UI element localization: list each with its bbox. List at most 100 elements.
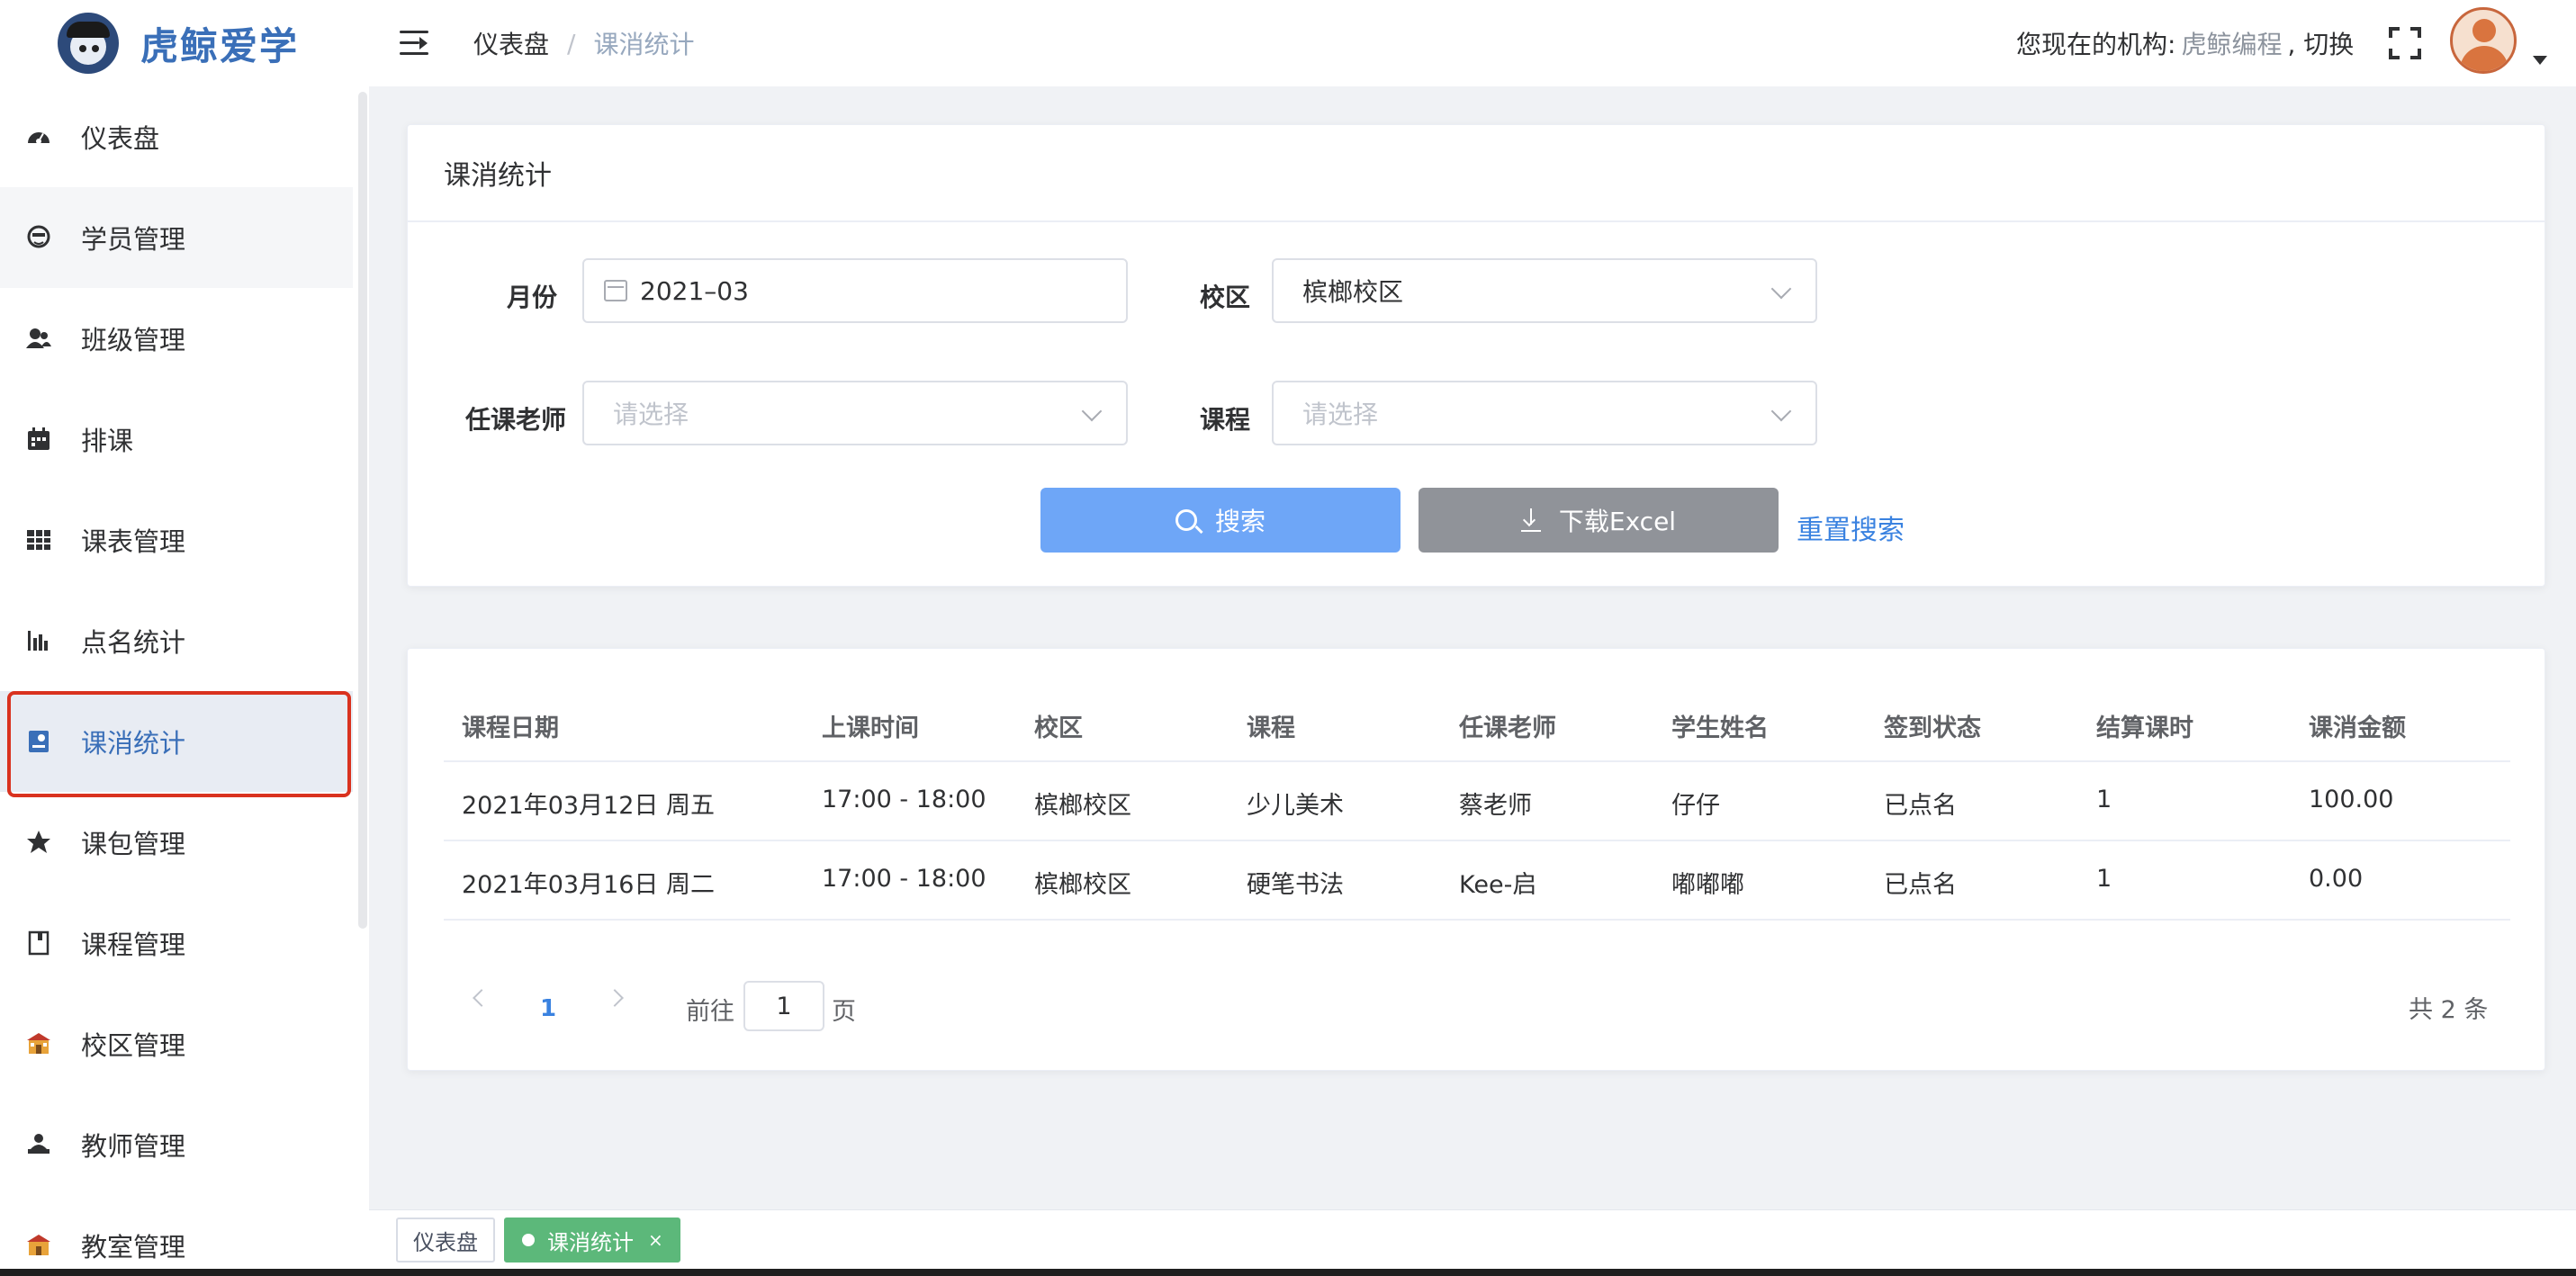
tags-view-bar: 仪表盘 课消统计 ×	[369, 1209, 2576, 1269]
active-item-highlight	[7, 691, 351, 797]
avatar[interactable]	[2450, 7, 2517, 74]
sidebar-item-courses[interactable]: 课程管理	[0, 893, 353, 993]
chevron-down-icon	[1770, 400, 1792, 422]
tag-label: 课消统计	[547, 1229, 634, 1255]
menu-toggle-icon[interactable]	[400, 31, 428, 56]
course-label: 课程	[1200, 405, 1251, 435]
course-select[interactable]: 请选择	[1272, 381, 1817, 445]
org-name: 虎鲸编程	[2181, 30, 2283, 59]
bar-chart-icon	[28, 631, 48, 651]
sidebar: 仪表盘 学员管理 班级管理 排课 课表管理 点名统计 课消统计 课包管理 课程管…	[0, 86, 369, 1276]
goto-page-input[interactable]: 1	[743, 981, 824, 1031]
book-icon	[28, 930, 50, 956]
cell-campus: 槟榔校区	[1034, 871, 1131, 899]
search-icon	[1175, 509, 1197, 531]
star-icon	[27, 831, 50, 853]
search-button-label: 搜索	[1214, 507, 1265, 536]
sidebar-item-label: 教室管理	[81, 1232, 186, 1263]
calendar-icon	[604, 280, 627, 301]
cell-campus: 槟榔校区	[1034, 792, 1131, 820]
org-prefix: 您现在的机构:	[2016, 30, 2176, 59]
column-header: 课程	[1247, 714, 1295, 742]
month-label: 月份	[507, 283, 558, 312]
cell-amount: 0.00	[2309, 865, 2364, 893]
column-header: 签到状态	[1884, 714, 1981, 742]
close-icon[interactable]: ×	[648, 1229, 663, 1251]
sidebar-item-packages[interactable]: 课包管理	[0, 792, 353, 893]
sidebar-item-classes[interactable]: 班级管理	[0, 288, 353, 389]
cell-status: 已点名	[1884, 792, 1957, 820]
column-header: 校区	[1034, 714, 1083, 742]
org-switcher: 您现在的机构: 虎鲸编程 , 切换	[2016, 25, 2354, 61]
sidebar-item-label: 班级管理	[81, 325, 186, 355]
sidebar-item-classrooms[interactable]: 教室管理	[0, 1195, 353, 1276]
tag-dashboard[interactable]: 仪表盘	[396, 1218, 495, 1263]
download-icon	[1520, 508, 1541, 532]
breadcrumb: 仪表盘 / 课消统计	[473, 25, 694, 61]
sidebar-item-timetable[interactable]: 课表管理	[0, 490, 353, 590]
brand-logo[interactable]: 虎鲸爱学	[58, 11, 299, 76]
org-switch-link[interactable]: , 切换	[2287, 25, 2354, 61]
top-header: 虎鲸爱学 仪表盘 / 课消统计 您现在的机构: 虎鲸编程 , 切换	[0, 0, 2576, 86]
sidebar-item-label: 教师管理	[81, 1131, 186, 1162]
download-excel-button[interactable]: 下载Excel	[1419, 488, 1779, 553]
sidebar-item-label: 课包管理	[81, 829, 186, 859]
caret-down-icon[interactable]	[2533, 56, 2547, 65]
cell-course: 少儿美术	[1247, 792, 1344, 820]
column-header: 结算课时	[2096, 714, 2193, 742]
row-divider	[444, 760, 2510, 762]
main-content: 课消统计 月份 2021–03 校区 槟榔校区 任课老师 请选择 课程 请选择 …	[369, 86, 2576, 1209]
goto-prefix: 前往	[686, 998, 734, 1026]
sidebar-item-campuses[interactable]: 校区管理	[0, 993, 353, 1094]
sidebar-item-label: 学员管理	[81, 224, 186, 255]
reset-search-link[interactable]: 重置搜索	[1797, 508, 1905, 547]
sidebar-item-attendance-stats[interactable]: 点名统计	[0, 590, 353, 691]
breadcrumb-dashboard[interactable]: 仪表盘	[473, 25, 549, 61]
cell-hours: 1	[2096, 786, 2112, 813]
sidebar-scrollbar[interactable]	[358, 92, 367, 929]
row-divider	[444, 840, 2510, 841]
month-picker[interactable]: 2021–03	[582, 258, 1128, 323]
cell-hours: 1	[2096, 865, 2112, 893]
active-dot-icon	[522, 1234, 535, 1246]
cell-student: 嘟嘟嘟	[1671, 871, 1744, 899]
cell-student: 仔仔	[1671, 792, 1720, 820]
column-header: 上课时间	[822, 714, 919, 742]
cell-status: 已点名	[1884, 871, 1957, 899]
cell-time: 17:00 - 18:00	[822, 865, 986, 893]
campus-label: 校区	[1200, 283, 1251, 312]
page-number[interactable]: 1	[540, 995, 556, 1022]
sidebar-item-label: 校区管理	[81, 1030, 186, 1061]
sidebar-item-teachers[interactable]: 教师管理	[0, 1094, 353, 1195]
chevron-down-icon	[1770, 278, 1792, 300]
sidebar-item-label: 排课	[81, 426, 134, 456]
sidebar-item-dashboard[interactable]: 仪表盘	[0, 86, 353, 187]
month-value: 2021–03	[640, 275, 749, 306]
teacher-icon	[28, 1134, 50, 1154]
class-icon	[26, 328, 51, 348]
fullscreen-icon[interactable]	[2389, 27, 2421, 59]
sidebar-item-students[interactable]: 学员管理	[0, 187, 353, 288]
column-header: 任课老师	[1459, 714, 1556, 742]
goto-suffix: 页	[832, 998, 856, 1026]
goto-page-value: 1	[776, 992, 792, 1020]
cell-time: 17:00 - 18:00	[822, 786, 986, 813]
tag-label: 仪表盘	[413, 1229, 478, 1255]
chevron-down-icon	[1081, 400, 1103, 422]
teacher-select[interactable]: 请选择	[582, 381, 1128, 445]
sidebar-item-label: 点名统计	[81, 627, 186, 658]
sidebar-item-label: 课表管理	[81, 526, 186, 557]
dashboard-icon	[28, 132, 50, 144]
column-header: 课程日期	[462, 714, 559, 742]
school-icon	[27, 1033, 50, 1054]
campus-select[interactable]: 槟榔校区	[1272, 258, 1817, 323]
cell-course: 硬笔书法	[1247, 871, 1344, 899]
tag-consumption-stats[interactable]: 课消统计 ×	[504, 1218, 680, 1263]
search-button[interactable]: 搜索	[1040, 488, 1401, 553]
brand-name: 虎鲸爱学	[140, 23, 300, 68]
sidebar-item-schedule[interactable]: 排课	[0, 389, 353, 490]
total-count: 共 2 条	[2409, 996, 2489, 1024]
orca-mascot-icon	[58, 13, 119, 74]
window-bottom-edge	[0, 1269, 2576, 1276]
column-header: 课消金额	[2309, 714, 2406, 742]
